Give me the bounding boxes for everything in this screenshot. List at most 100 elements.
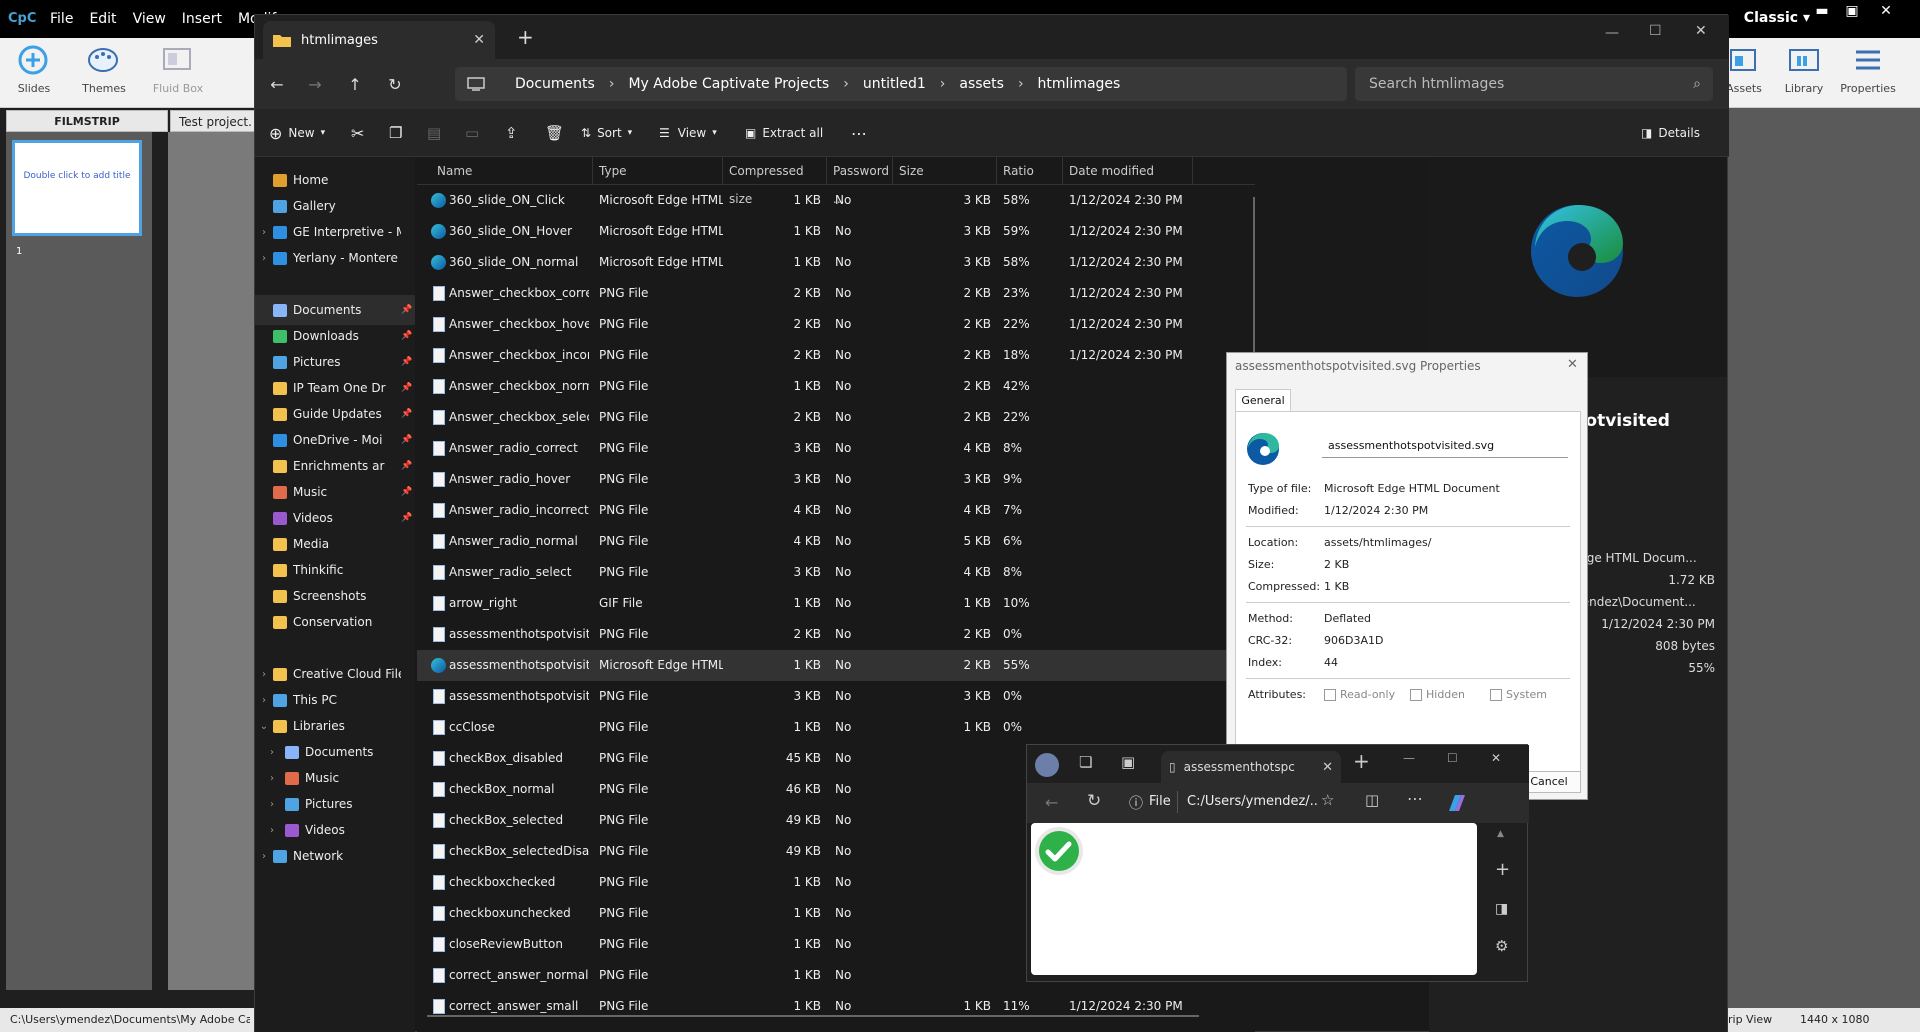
menu-insert[interactable]: Insert bbox=[174, 0, 230, 38]
refresh-icon[interactable]: ↻ bbox=[383, 73, 407, 97]
breadcrumb[interactable]: Documents › My Adobe Captivate Projects › … bbox=[455, 67, 1347, 101]
properties-close-icon[interactable]: ✕ bbox=[1567, 357, 1578, 372]
themes-button[interactable]: Themes bbox=[72, 44, 136, 95]
refresh-icon[interactable]: ↻ bbox=[1087, 791, 1101, 811]
workspace-mode-dropdown[interactable]: Classic ▾ bbox=[1744, 10, 1810, 26]
view-button[interactable]: ☰ View ▾ bbox=[659, 121, 717, 145]
edge-minimize-button[interactable]: — bbox=[1403, 751, 1415, 765]
slide-thumbnail[interactable]: Double click to add title bbox=[12, 140, 142, 236]
horizontal-scrollbar[interactable] bbox=[427, 1015, 1199, 1017]
breadcrumb-untitled1[interactable]: untitled1 bbox=[863, 76, 926, 92]
nav-item[interactable]: Conservation bbox=[255, 607, 415, 637]
table-row[interactable]: 360_slide_ON_Hover Microsoft Edge HTML Do… bbox=[417, 216, 1255, 247]
chevron-right-icon[interactable]: › bbox=[255, 851, 273, 862]
properties-button[interactable]: Properties bbox=[1836, 44, 1900, 95]
menu-view[interactable]: View bbox=[125, 0, 174, 38]
column-password[interactable]: Password ... bbox=[827, 157, 893, 206]
nav-item[interactable]: › Network bbox=[255, 841, 415, 871]
chevron-right-icon[interactable]: › bbox=[263, 825, 281, 836]
close-tab-icon[interactable]: ✕ bbox=[1322, 760, 1333, 775]
library-button[interactable]: Library bbox=[1772, 44, 1836, 95]
collections-icon[interactable]: ❏ bbox=[1079, 753, 1092, 771]
breadcrumb-htmlimages[interactable]: htmlimages bbox=[1038, 76, 1121, 92]
explorer-close-button[interactable]: ✕ bbox=[1695, 23, 1707, 39]
table-row[interactable]: assessmenthotspotvisited PNG File 2 KB No 2 … bbox=[417, 619, 1255, 650]
system-checkbox[interactable] bbox=[1490, 689, 1502, 701]
table-row[interactable]: Answer_radio_normal PNG File 4 KB No 5 KB 6% bbox=[417, 526, 1255, 557]
edge-close-button[interactable]: ✕ bbox=[1491, 751, 1501, 765]
table-row[interactable]: arrow_right GIF File 1 KB No 1 KB 10% bbox=[417, 588, 1255, 619]
explorer-maximize-button[interactable]: ☐ bbox=[1649, 23, 1662, 39]
menu-edit[interactable]: Edit bbox=[81, 0, 124, 38]
tab-general[interactable]: General bbox=[1235, 389, 1291, 411]
delete-icon[interactable]: 🗑 bbox=[545, 121, 564, 145]
close-tab-icon[interactable]: ✕ bbox=[473, 32, 485, 48]
nav-item[interactable]: › Yerlany - Montere bbox=[255, 243, 415, 273]
edge-tab[interactable]: ▯ assessmenthotspc ✕ bbox=[1161, 751, 1341, 783]
info-icon[interactable]: ⓘ bbox=[1129, 793, 1143, 813]
forward-arrow-icon[interactable]: → bbox=[303, 73, 327, 97]
extract-all-button[interactable]: ▣ Extract all bbox=[745, 121, 823, 145]
back-arrow-icon[interactable]: ← bbox=[265, 73, 289, 97]
sort-button[interactable]: ⇅ Sort ▾ bbox=[581, 121, 632, 145]
rename-icon[interactable]: ▭ bbox=[465, 121, 479, 145]
table-row[interactable]: Answer_radio_correct PNG File 3 KB No 4 KB 8% bbox=[417, 433, 1255, 464]
table-row[interactable]: Answer_checkbox_correct PNG File 2 KB No 2 K… bbox=[417, 278, 1255, 309]
sidebar-panel-icon[interactable]: ◨ bbox=[1495, 901, 1508, 917]
search-input[interactable]: Search htmlimages ⌕ bbox=[1355, 67, 1713, 101]
document-tab[interactable]: Test project. bbox=[170, 110, 260, 132]
breadcrumb-documents[interactable]: Documents bbox=[515, 76, 595, 92]
more-options-icon[interactable]: ⋯ bbox=[851, 121, 867, 145]
table-row[interactable]: Answer_checkbox_normal PNG File 1 KB No 2 KB… bbox=[417, 371, 1255, 402]
breadcrumb-assets[interactable]: assets bbox=[959, 76, 1004, 92]
chevron-right-icon[interactable]: › bbox=[263, 747, 281, 758]
captivate-minimize-button[interactable]: ▬ bbox=[1812, 4, 1832, 18]
copilot-icon[interactable] bbox=[1445, 791, 1469, 815]
captivate-maximize-button[interactable]: ▣ bbox=[1842, 4, 1862, 18]
chevron-right-icon[interactable]: › bbox=[255, 227, 273, 238]
fluid-box-button[interactable]: Fluid Box bbox=[146, 44, 210, 95]
paste-icon[interactable]: ▤ bbox=[427, 121, 441, 145]
column-date-modified[interactable]: Date modified bbox=[1063, 157, 1193, 185]
column-name[interactable]: Name bbox=[417, 157, 593, 185]
explorer-minimize-button[interactable]: — bbox=[1605, 25, 1619, 41]
explorer-tab[interactable]: htmlimages ✕ bbox=[263, 21, 495, 59]
table-row[interactable]: assessmenthotspotvisited@2x PNG File 3 KB N… bbox=[417, 681, 1255, 712]
breadcrumb-captivate-projects[interactable]: My Adobe Captivate Projects bbox=[628, 76, 829, 92]
more-options-icon[interactable]: ⋯ bbox=[1407, 789, 1423, 808]
chevron-down-icon[interactable]: ⌄ bbox=[255, 721, 273, 732]
column-compressed-size[interactable]: Compressed size bbox=[723, 157, 827, 206]
new-button[interactable]: ⊕ New ▾ bbox=[269, 121, 325, 145]
scroll-up-icon[interactable]: ▲ bbox=[1497, 829, 1504, 839]
table-row[interactable]: assessmenthotspotvisited Microsoft Edge H… bbox=[417, 650, 1255, 681]
add-icon[interactable]: + bbox=[1495, 859, 1510, 880]
chevron-right-icon[interactable]: › bbox=[255, 695, 273, 706]
list-scrollbar[interactable] bbox=[1253, 197, 1255, 357]
readonly-checkbox[interactable] bbox=[1324, 689, 1336, 701]
captivate-close-button[interactable]: ✕ bbox=[1876, 4, 1896, 18]
chevron-right-icon[interactable]: › bbox=[255, 669, 273, 680]
tab-actions-icon[interactable]: ▣ bbox=[1121, 753, 1135, 771]
column-size[interactable]: Size bbox=[893, 157, 997, 185]
column-ratio[interactable]: Ratio bbox=[997, 157, 1063, 185]
avatar[interactable] bbox=[1035, 753, 1059, 777]
new-tab-icon[interactable]: + bbox=[517, 25, 534, 49]
column-type[interactable]: Type bbox=[593, 157, 723, 185]
table-row[interactable]: Answer_radio_select PNG File 3 KB No 4 KB 8% bbox=[417, 557, 1255, 588]
up-arrow-icon[interactable]: ↑ bbox=[343, 73, 367, 97]
settings-gear-icon[interactable]: ⚙ bbox=[1495, 937, 1508, 955]
split-screen-icon[interactable]: ◫ bbox=[1365, 791, 1379, 809]
favorite-star-icon[interactable]: ☆ bbox=[1321, 791, 1334, 809]
table-row[interactable]: ccClose PNG File 1 KB No 1 KB 0% bbox=[417, 712, 1255, 743]
table-row[interactable]: Answer_checkbox_incorrect PNG File 2 KB No 2… bbox=[417, 340, 1255, 371]
details-toggle-button[interactable]: ◨ Details bbox=[1641, 121, 1700, 145]
table-row[interactable]: correct_answer_small PNG File 1 KB No 1 KB 11… bbox=[417, 991, 1255, 1022]
share-icon[interactable]: ⇪ bbox=[505, 121, 518, 145]
hidden-checkbox[interactable] bbox=[1410, 689, 1422, 701]
chevron-right-icon[interactable]: › bbox=[263, 773, 281, 784]
table-row[interactable]: Answer_checkbox_select PNG File 2 KB No 2 KB… bbox=[417, 402, 1255, 433]
url-field[interactable]: C:/Users/ymendez/... bbox=[1187, 794, 1317, 809]
table-row[interactable]: 360_slide_ON_Click Microsoft Edge HTML Do… bbox=[417, 185, 1255, 216]
table-row[interactable]: Answer_checkbox_hover PNG File 2 KB No 2 KB 2… bbox=[417, 309, 1255, 340]
filename-field[interactable]: assessmenthotspotvisited.svg bbox=[1322, 434, 1568, 458]
